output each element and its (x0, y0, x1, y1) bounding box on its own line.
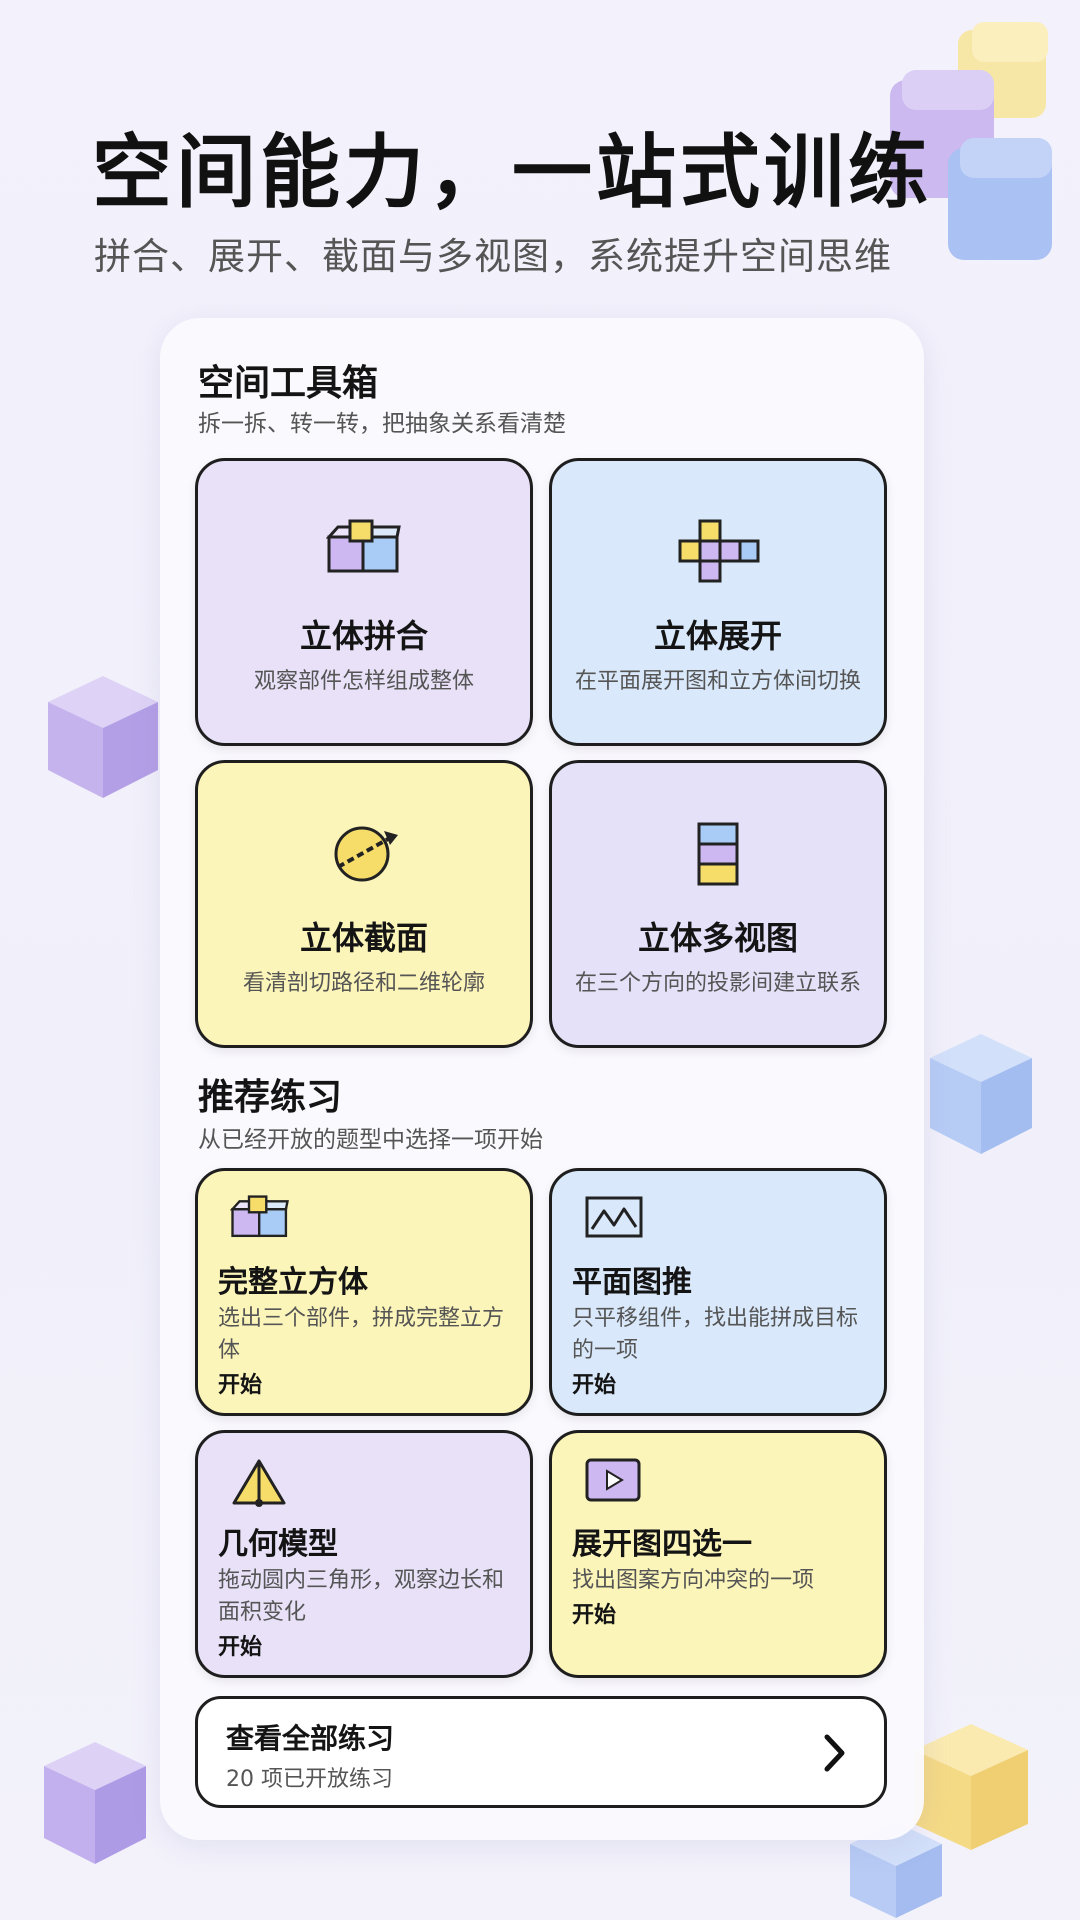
tool-card-assembly[interactable]: 立体拼合 观察部件怎样组成整体 (195, 458, 533, 746)
tool-card-cross-section[interactable]: 立体截面 看清剖切路径和二维轮廓 (195, 760, 533, 1048)
tool-desc: 在平面展开图和立方体间切换 (574, 669, 861, 694)
mountain-image-icon (584, 1195, 644, 1243)
practice-start-label[interactable]: 开始 (218, 1629, 262, 1661)
tool-desc: 在三个方向的投影间建立联系 (574, 971, 861, 996)
practice-card-plane-figure[interactable]: 平面图推 只平移组件，找出能拼成目标的一项 开始 (549, 1168, 887, 1416)
decorative-cube-left (44, 672, 162, 802)
triangle-icon (230, 1457, 288, 1513)
page-title: 空间能力，一站式训练 (92, 126, 932, 219)
cross-section-icon (326, 821, 402, 887)
decorative-cube-right (926, 1030, 1036, 1160)
tool-desc: 观察部件怎样组成整体 (253, 669, 474, 694)
toolbox-title: 空间工具箱 (198, 363, 379, 404)
tool-name: 立体多视图 (637, 919, 798, 957)
multi-view-icon (695, 821, 741, 893)
practice-subtitle: 从已经开放的题型中选择一项开始 (198, 1127, 543, 1153)
toolbox-subtitle: 拆一拆、转一转，把抽象关系看清楚 (198, 411, 566, 437)
practice-start-label[interactable]: 开始 (572, 1367, 616, 1399)
practice-name: 完整立方体 (218, 1265, 368, 1300)
practice-name: 展开图四选一 (572, 1527, 752, 1562)
practice-card-net-choice[interactable]: 展开图四选一 找出图案方向冲突的一项 开始 (549, 1430, 887, 1678)
page-subtitle: 拼合、展开、截面与多视图，系统提升空间思维 (94, 235, 892, 278)
practice-start-label[interactable]: 开始 (218, 1367, 262, 1399)
practice-start-label[interactable]: 开始 (572, 1597, 616, 1629)
practice-card-complete-cube[interactable]: 完整立方体 选出三个部件，拼成完整立方体 开始 (195, 1168, 533, 1416)
practice-name: 几何模型 (218, 1527, 338, 1562)
play-icon (584, 1457, 642, 1507)
practice-desc: 拖动圆内三角形，观察边长和面积变化 (218, 1568, 505, 1625)
practice-desc: 只平移组件，找出能拼成目标的一项 (572, 1306, 859, 1363)
practice-desc: 找出图案方向冲突的一项 (572, 1568, 815, 1593)
cube-net-icon (675, 519, 761, 589)
tool-card-multi-view[interactable]: 立体多视图 在三个方向的投影间建立联系 (549, 760, 887, 1048)
cube-assembly-icon (325, 519, 402, 579)
decorative-cube-bottom-left (40, 1738, 150, 1870)
practice-card-geometry-model[interactable]: 几何模型 拖动圆内三角形，观察边长和面积变化 开始 (195, 1430, 533, 1678)
cube-assembly-icon (229, 1195, 290, 1243)
view-all-practices-button[interactable]: 查看全部练习 20 项已开放练习 (195, 1696, 887, 1808)
tool-name: 立体截面 (299, 919, 428, 957)
chevron-right-icon (822, 1733, 848, 1777)
tool-card-unfold[interactable]: 立体展开 在平面展开图和立方体间切换 (549, 458, 887, 746)
view-all-title: 查看全部练习 (226, 1722, 395, 1755)
practice-name: 平面图推 (572, 1265, 692, 1300)
tool-name: 立体展开 (653, 617, 782, 655)
practice-title: 推荐练习 (198, 1077, 343, 1118)
practice-desc: 选出三个部件，拼成完整立方体 (218, 1306, 505, 1363)
tool-desc: 看清剖切路径和二维轮廓 (242, 971, 485, 996)
view-all-subtitle: 20 项已开放练习 (226, 1767, 393, 1792)
main-panel: 空间工具箱 拆一拆、转一转，把抽象关系看清楚 立体拼合 观察部件怎样组成整体 立… (160, 318, 924, 1840)
tool-name: 立体拼合 (299, 617, 428, 655)
